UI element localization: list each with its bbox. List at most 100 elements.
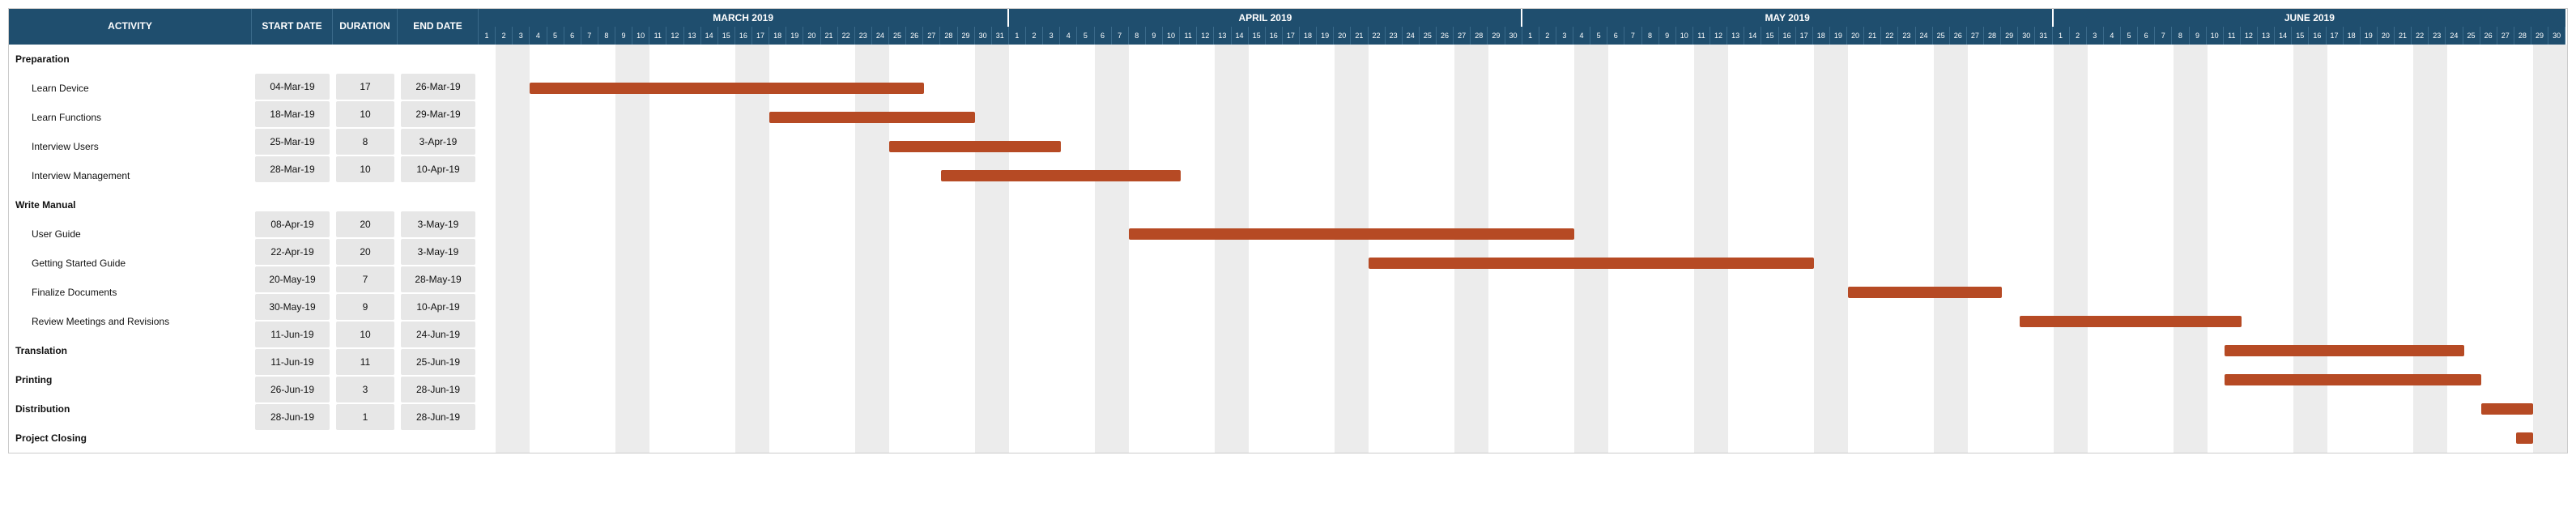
day-header: 15: [2292, 27, 2309, 45]
day-header: 7: [581, 27, 598, 45]
phase-label: Translation: [9, 336, 252, 365]
gantt-row: [479, 132, 2567, 161]
end-date-cell: 28-May-19: [401, 266, 475, 292]
day-header: 29: [1488, 27, 1505, 45]
end-date-cell: 29-Mar-19: [401, 101, 475, 127]
gantt-row: [479, 336, 2567, 365]
task-label: Finalize Documents: [9, 278, 252, 307]
day-header: 16: [735, 27, 752, 45]
day-header: 24: [1403, 27, 1420, 45]
day-header: 6: [2138, 27, 2155, 45]
day-header: 5: [1077, 27, 1094, 45]
duration-cell: 11: [336, 349, 394, 375]
day-header: 23: [855, 27, 872, 45]
day-header: 24: [1916, 27, 1933, 45]
day-header: 8: [1129, 27, 1146, 45]
day-header: 4: [1573, 27, 1590, 45]
header-activity: ACTIVITY: [9, 9, 252, 45]
duration-cell: 10: [336, 101, 394, 127]
day-header: 13: [2258, 27, 2275, 45]
day-header: 23: [1386, 27, 1403, 45]
day-header: 9: [2190, 27, 2207, 45]
day-header: 6: [564, 27, 581, 45]
day-header: 12: [666, 27, 683, 45]
day-header: 30: [2018, 27, 2035, 45]
day-header: 9: [615, 27, 632, 45]
start-date-cell: [255, 184, 330, 210]
end-date-cell: [401, 184, 475, 210]
start-date-cell: 04-Mar-19: [255, 74, 330, 100]
day-header: 28: [1984, 27, 2001, 45]
gantt-row: [479, 394, 2567, 424]
end-date-cell: 10-Apr-19: [401, 294, 475, 320]
end-date-cell: 3-Apr-19: [401, 129, 475, 155]
duration-cell: 3: [336, 377, 394, 402]
gantt-left-columns: ACTIVITY PreparationLearn DeviceLearn Fu…: [9, 9, 479, 453]
month-header: MAY 2019: [1522, 9, 2053, 27]
day-header: 25: [889, 27, 906, 45]
day-header: 22: [838, 27, 855, 45]
end-date-cell: [401, 46, 475, 72]
day-header: 20: [1334, 27, 1351, 45]
gantt-bar: [2225, 345, 2464, 356]
day-header: 19: [2361, 27, 2378, 45]
end-date-cell: 3-May-19: [401, 211, 475, 237]
day-header: 12: [2241, 27, 2258, 45]
duration-cell: 7: [336, 266, 394, 292]
day-header: 29: [958, 27, 975, 45]
day-header: 30: [975, 27, 992, 45]
day-header: 23: [1898, 27, 1915, 45]
end-date-cell: 28-Jun-19: [401, 377, 475, 402]
col-start: START DATE 04-Mar-1918-Mar-1925-Mar-1928…: [252, 9, 333, 453]
day-header: 26: [1950, 27, 1967, 45]
day-header: 27: [1967, 27, 1984, 45]
day-header: 23: [2429, 27, 2446, 45]
day-header: 16: [1266, 27, 1283, 45]
day-header: 22: [2412, 27, 2429, 45]
day-header: 5: [547, 27, 564, 45]
task-label: Interview Management: [9, 161, 252, 190]
days-row: 1234567891011121314151617181920212223242…: [479, 27, 2567, 45]
start-date-cell: 26-Jun-19: [255, 377, 330, 402]
day-header: 21: [1864, 27, 1881, 45]
day-header: 7: [1112, 27, 1129, 45]
day-header: 7: [1624, 27, 1641, 45]
duration-cell: 1: [336, 404, 394, 430]
gantt-grid: [479, 45, 2567, 453]
day-header: 31: [992, 27, 1009, 45]
gantt-row: [479, 190, 2567, 219]
gantt-row: [479, 103, 2567, 132]
day-header: 2: [1539, 27, 1556, 45]
duration-cell: 17: [336, 74, 394, 100]
day-header: 24: [2446, 27, 2463, 45]
day-header: 10: [632, 27, 649, 45]
duration-cell: 20: [336, 211, 394, 237]
duration-cell: 10: [336, 321, 394, 347]
gantt-bar: [530, 83, 923, 94]
duration-cell: 10: [336, 156, 394, 182]
day-header: 20: [803, 27, 820, 45]
day-header: 28: [1471, 27, 1488, 45]
gantt-row: [479, 278, 2567, 307]
day-header: 16: [1779, 27, 1796, 45]
day-header: 4: [1060, 27, 1077, 45]
gantt-bar: [1129, 228, 1574, 240]
day-header: 3: [1556, 27, 1573, 45]
day-header: 25: [1933, 27, 1950, 45]
day-header: 26: [2480, 27, 2497, 45]
day-header: 13: [684, 27, 701, 45]
day-header: 31: [2035, 27, 2052, 45]
day-header: 12: [1710, 27, 1727, 45]
day-header: 6: [1607, 27, 1624, 45]
gantt-row: [479, 424, 2567, 453]
day-header: 26: [1437, 27, 1454, 45]
day-header: 6: [1095, 27, 1112, 45]
day-header: 19: [1317, 27, 1334, 45]
gantt-bar: [889, 141, 1060, 152]
day-header: 17: [1796, 27, 1813, 45]
day-header: 1: [2053, 27, 2070, 45]
end-date-cell: 3-May-19: [401, 239, 475, 265]
header-duration: DURATION: [333, 9, 398, 45]
col-end: END DATE 26-Mar-1929-Mar-193-Apr-1910-Ap…: [398, 9, 479, 453]
duration-cell: 8: [336, 129, 394, 155]
